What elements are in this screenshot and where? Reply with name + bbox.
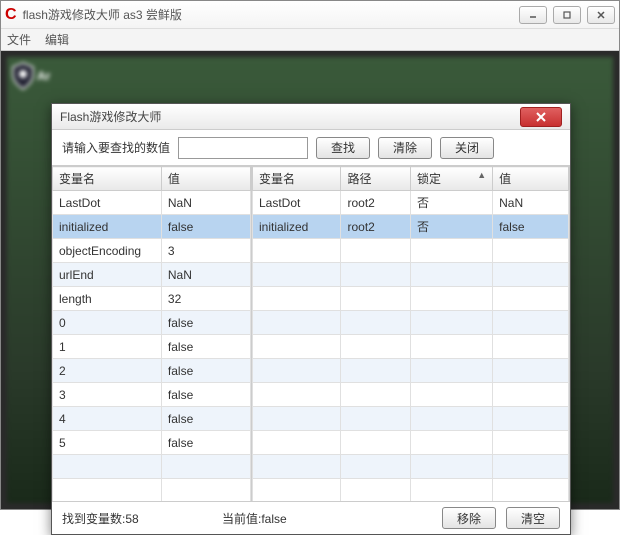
cell-value: false <box>161 359 250 383</box>
cell-value: NaN <box>493 191 569 215</box>
titlebar: C flash游戏修改大师 as3 尝鲜版 <box>1 1 619 29</box>
status-count: 找到变量数:58 <box>62 510 212 527</box>
cell-value: NaN <box>161 263 250 287</box>
table-row <box>253 287 569 311</box>
shield-icon <box>11 61 35 91</box>
cell-value: 3 <box>161 239 250 263</box>
table-row <box>253 407 569 431</box>
col-var-name[interactable]: 变量名 <box>53 167 162 191</box>
tables-container: 变量名 值 LastDotNaNinitializedfalseobjectEn… <box>52 166 570 502</box>
dialog-titlebar: Flash游戏修改大师 <box>52 104 570 130</box>
cell-value: 32 <box>161 287 250 311</box>
app-window: C flash游戏修改大师 as3 尝鲜版 文件 编辑 Ar Flash游戏修改… <box>0 0 620 510</box>
table-row[interactable]: objectEncoding3 <box>53 239 251 263</box>
close-action-button[interactable]: 关闭 <box>440 137 494 159</box>
cell-value: false <box>161 215 250 239</box>
cell-value: false <box>161 311 250 335</box>
table-row <box>53 455 251 479</box>
search-row: 请输入要查找的数值 查找 清除 关闭 <box>52 130 570 166</box>
results-table: 变量名 值 LastDotNaNinitializedfalseobjectEn… <box>52 166 251 501</box>
cell-value: false <box>493 215 569 239</box>
window-title: flash游戏修改大师 as3 尝鲜版 <box>23 6 519 23</box>
cell-path: root2 <box>341 215 411 239</box>
close-icon <box>535 112 547 122</box>
table-row[interactable]: LastDotroot2否NaN <box>253 191 569 215</box>
window-controls <box>519 6 615 24</box>
table-row[interactable]: 4false <box>53 407 251 431</box>
cell-name: objectEncoding <box>53 239 162 263</box>
app-icon: C <box>5 6 17 24</box>
search-input[interactable] <box>178 137 308 159</box>
table-row[interactable]: initializedroot2否false <box>253 215 569 239</box>
table-row[interactable]: 1false <box>53 335 251 359</box>
col-path[interactable]: 路径 <box>341 167 411 191</box>
sort-indicator-icon: ▲ <box>477 170 486 180</box>
col-locked[interactable]: 锁定▲ <box>410 167 492 191</box>
cell-name: 0 <box>53 311 162 335</box>
remove-button[interactable]: 移除 <box>442 507 496 529</box>
cell-name: 1 <box>53 335 162 359</box>
table-row[interactable]: LastDotNaN <box>53 191 251 215</box>
status-current: 当前值:false <box>222 510 432 527</box>
search-label: 请输入要查找的数值 <box>62 139 170 156</box>
content-area: Ar Flash游戏修改大师 请输入要查找的数值 查找 清除 关闭 <box>1 51 619 509</box>
watch-table: 变量名 路径 锁定▲ 值 LastDotroot2否NaNinitialized… <box>252 166 569 501</box>
table-row <box>253 455 569 479</box>
table-row[interactable]: 0false <box>53 311 251 335</box>
menu-file[interactable]: 文件 <box>7 31 31 48</box>
table-row[interactable]: 2false <box>53 359 251 383</box>
cell-name: initialized <box>53 215 162 239</box>
table-row <box>253 335 569 359</box>
table-row[interactable]: initializedfalse <box>53 215 251 239</box>
right-table-wrap[interactable]: 变量名 路径 锁定▲ 值 LastDotroot2否NaNinitialized… <box>252 166 570 501</box>
cell-name: 2 <box>53 359 162 383</box>
table-row[interactable]: urlEndNaN <box>53 263 251 287</box>
table-row[interactable]: 3false <box>53 383 251 407</box>
menubar: 文件 编辑 <box>1 29 619 51</box>
table-row <box>253 263 569 287</box>
table-row <box>253 359 569 383</box>
dialog-title: Flash游戏修改大师 <box>60 108 520 125</box>
table-row <box>253 311 569 335</box>
table-row <box>53 479 251 502</box>
close-button[interactable] <box>587 6 615 24</box>
cell-name: urlEnd <box>53 263 162 287</box>
clear-button[interactable]: 清除 <box>378 137 432 159</box>
menu-edit[interactable]: 编辑 <box>45 31 69 48</box>
dialog-close-button[interactable] <box>520 107 562 127</box>
cell-name: 4 <box>53 407 162 431</box>
cell-name: LastDot <box>53 191 162 215</box>
col-var-value[interactable]: 值 <box>161 167 250 191</box>
cheat-dialog: Flash游戏修改大师 请输入要查找的数值 查找 清除 关闭 <box>51 103 571 535</box>
cell-locked: 否 <box>410 191 492 215</box>
search-button[interactable]: 查找 <box>316 137 370 159</box>
table-row <box>253 239 569 263</box>
cell-path: root2 <box>341 191 411 215</box>
col-value[interactable]: 值 <box>493 167 569 191</box>
cell-value: false <box>161 431 250 455</box>
cell-value: false <box>161 407 250 431</box>
table-row <box>253 431 569 455</box>
cell-locked: 否 <box>410 215 492 239</box>
minimize-button[interactable] <box>519 6 547 24</box>
left-table-wrap[interactable]: 变量名 值 LastDotNaNinitializedfalseobjectEn… <box>52 166 252 501</box>
game-logo: Ar <box>11 61 50 91</box>
table-row[interactable]: 5false <box>53 431 251 455</box>
table-row <box>253 479 569 502</box>
table-row <box>253 383 569 407</box>
cell-name: LastDot <box>253 191 341 215</box>
cell-value: false <box>161 383 250 407</box>
dialog-footer: 找到变量数:58 当前值:false 移除 清空 <box>52 502 570 534</box>
maximize-button[interactable] <box>553 6 581 24</box>
cell-name: 3 <box>53 383 162 407</box>
cell-value: false <box>161 335 250 359</box>
cell-value: NaN <box>161 191 250 215</box>
table-row[interactable]: length32 <box>53 287 251 311</box>
col-name[interactable]: 变量名 <box>253 167 341 191</box>
cell-name: length <box>53 287 162 311</box>
cell-name: 5 <box>53 431 162 455</box>
cell-name: initialized <box>253 215 341 239</box>
empty-button[interactable]: 清空 <box>506 507 560 529</box>
